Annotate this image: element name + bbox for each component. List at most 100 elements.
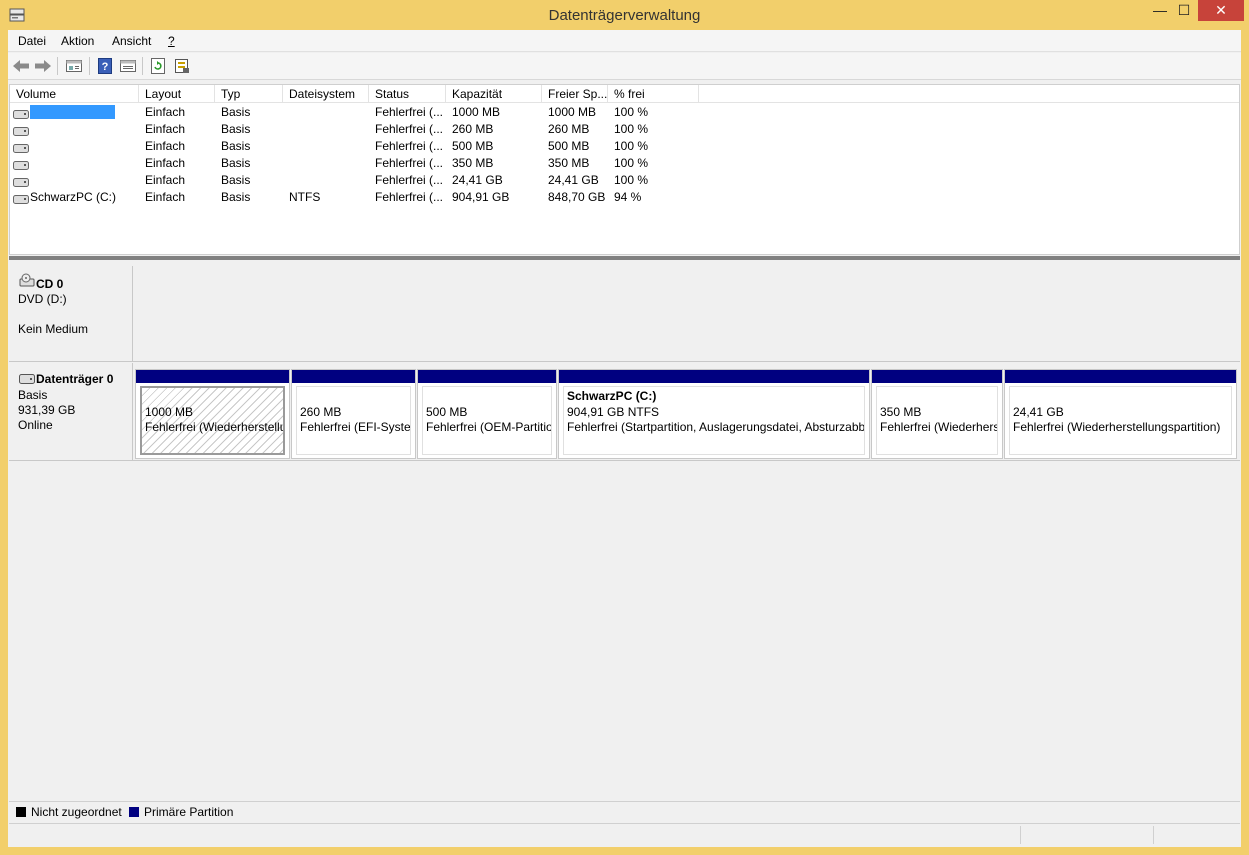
pane-splitter[interactable] [9,256,1240,260]
legend: Nicht zugeordnet Primäre Partition [9,801,1240,821]
cell-layout: Einfach [145,190,186,204]
volume-list-header: Volume Layout Typ Dateisystem Status Kap… [10,85,1239,103]
column-header-status[interactable]: Status [369,85,446,103]
volume-row[interactable]: Einfach Basis Fehlerfrei (... 500 MB 500… [10,138,1239,155]
help-icon[interactable]: ? [95,56,115,76]
cell-kapazitaet: 24,41 GB [452,173,503,187]
partition-recovery-24gb[interactable]: 24,41 GB Fehlerfrei (Wiederherstellungsp… [1004,369,1237,459]
cell-dateisystem: NTFS [289,190,321,204]
status-separator [1153,826,1154,844]
column-header-typ[interactable]: Typ [215,85,283,103]
cell-layout: Einfach [145,139,186,153]
cell-typ: Basis [221,122,251,136]
disk0-name: Datenträger 0 [36,372,114,386]
close-button[interactable]: ✕ [1198,0,1244,21]
partition-title: SchwarzPC (C:) [567,389,657,403]
toolbar-separator [57,57,58,75]
cell-typ: Basis [221,105,251,119]
cd-drive-area [133,266,1240,362]
partition-body: 24,41 GB Fehlerfrei (Wiederherstellungsp… [1009,386,1232,455]
menu-ansicht[interactable]: Ansicht [112,34,151,48]
cell-freier-speicher: 350 MB [548,156,590,170]
back-icon[interactable] [11,56,31,76]
volume-disk-icon [13,159,29,170]
partition-size: 1000 MB [145,405,194,419]
cell-kapazitaet: 260 MB [452,122,494,136]
menu-bar: Datei Aktion Ansicht ? [8,30,1241,52]
cell-volume [30,172,138,189]
partition-size: 350 MB [880,405,922,419]
refresh-icon[interactable] [148,56,168,76]
disk0-state: Online [18,418,53,432]
disk0-type: Basis [18,388,48,402]
legend-label-unallocated: Nicht zugeordnet [31,805,122,819]
primary-partition-bar [136,370,289,383]
volume-row[interactable]: Einfach Basis Fehlerfrei (... 350 MB 350… [10,155,1239,172]
title-bar[interactable]: Datenträgerverwaltung — ☐ ✕ [0,0,1249,30]
cell-volume [30,121,138,138]
menu-aktion[interactable]: Aktion [61,34,94,48]
cell-status: Fehlerfrei (... [375,173,444,187]
column-header-dateisystem[interactable]: Dateisystem [283,85,369,103]
primary-partition-bar [292,370,415,383]
partition-oem-500mb[interactable]: 500 MB Fehlerfrei (OEM-Partition) [417,369,557,459]
column-header-volume[interactable]: Volume [10,85,139,103]
disk-list-icon[interactable] [64,56,84,76]
hard-disk-icon [19,373,35,387]
partition-status: Fehlerfrei (Wiederherstellungspartition) [145,420,283,434]
menu-datei[interactable]: Datei [18,34,46,48]
cell-typ: Basis [221,173,251,187]
volume-disk-icon [13,176,29,187]
volume-disk-icon [13,125,29,136]
cd-drive-label[interactable]: CD 0 DVD (D:) Kein Medium [9,266,133,362]
cell-typ: Basis [221,156,251,170]
window-title: Datenträgerverwaltung [548,7,701,24]
volume-row[interactable]: Einfach Basis Fehlerfrei (... 24,41 GB 2… [10,172,1239,189]
cd-drive-name: CD 0 [36,277,64,291]
partition-size: 500 MB [426,405,468,419]
svg-text:?: ? [102,61,109,73]
forward-icon[interactable] [33,56,53,76]
partition-body: SchwarzPC (C:) 904,91 GB NTFS Fehlerfrei… [563,386,865,455]
column-header-freier-speicher[interactable]: Freier Sp... [542,85,608,103]
status-bar [9,823,1240,845]
volume-list[interactable]: Volume Layout Typ Dateisystem Status Kap… [9,84,1240,255]
partition-size: 24,41 GB [1013,405,1064,419]
menu-help[interactable]: ? [168,34,175,48]
status-separator [1020,826,1021,844]
partition-efi-260mb[interactable]: 260 MB Fehlerfrei (EFI-Systempartition) [291,369,416,459]
cell-layout: Einfach [145,105,186,119]
volume-row[interactable]: Einfach Basis Fehlerfrei (... 260 MB 260… [10,121,1239,138]
partition-system-c[interactable]: SchwarzPC (C:) 904,91 GB NTFS Fehlerfrei… [558,369,870,459]
app-window: Datenträgerverwaltung — ☐ ✕ Datei Aktion… [0,0,1249,855]
column-header-kapazitaet[interactable]: Kapazität [446,85,542,103]
cell-freier-speicher: 1000 MB [548,105,597,119]
partition-status: Fehlerfrei (Startpartition, Auslagerungs… [567,420,865,434]
volume-row[interactable]: Einfach Basis Fehlerfrei (... 1000 MB 10… [10,104,1239,121]
cell-volume [30,104,138,121]
primary-partition-bar [559,370,869,383]
legend-swatch-unallocated [16,807,26,817]
partition-selection-hatch: 1000 MB Fehlerfrei (Wiederherstellungspa… [140,386,285,455]
maximize-button[interactable]: ☐ [1170,0,1198,21]
properties-icon[interactable] [118,56,138,76]
volume-row[interactable]: SchwarzPC (C:) Einfach Basis NTFS Fehler… [10,189,1239,206]
cell-kapazitaet: 350 MB [452,156,494,170]
cell-status: Fehlerfrei (... [375,190,444,204]
partition-status: Fehlerfrei (Wiederherstellungspartition) [880,420,997,434]
partition-recovery-1000mb[interactable]: 1000 MB Fehlerfrei (Wiederherstellungspa… [135,369,290,459]
column-header-layout[interactable]: Layout [139,85,215,103]
cell-prozent-frei: 94 % [614,190,642,204]
legend-label-primary: Primäre Partition [144,805,234,819]
column-header-prozent-frei[interactable]: % frei [608,85,699,103]
cell-layout: Einfach [145,173,186,187]
rescan-disks-icon[interactable] [172,56,192,76]
primary-partition-bar [872,370,1002,383]
disk0-size: 931,39 GB [18,403,76,417]
cell-kapazitaet: 1000 MB [452,105,501,119]
disk0-label[interactable]: Datenträger 0 Basis 931,39 GB Online [9,363,133,461]
partition-recovery-350mb[interactable]: 350 MB Fehlerfrei (Wiederherstellungspar… [871,369,1003,459]
volume-disk-icon [13,142,29,153]
volume-disk-icon [13,108,29,119]
cell-freier-speicher: 848,70 GB [548,190,606,204]
